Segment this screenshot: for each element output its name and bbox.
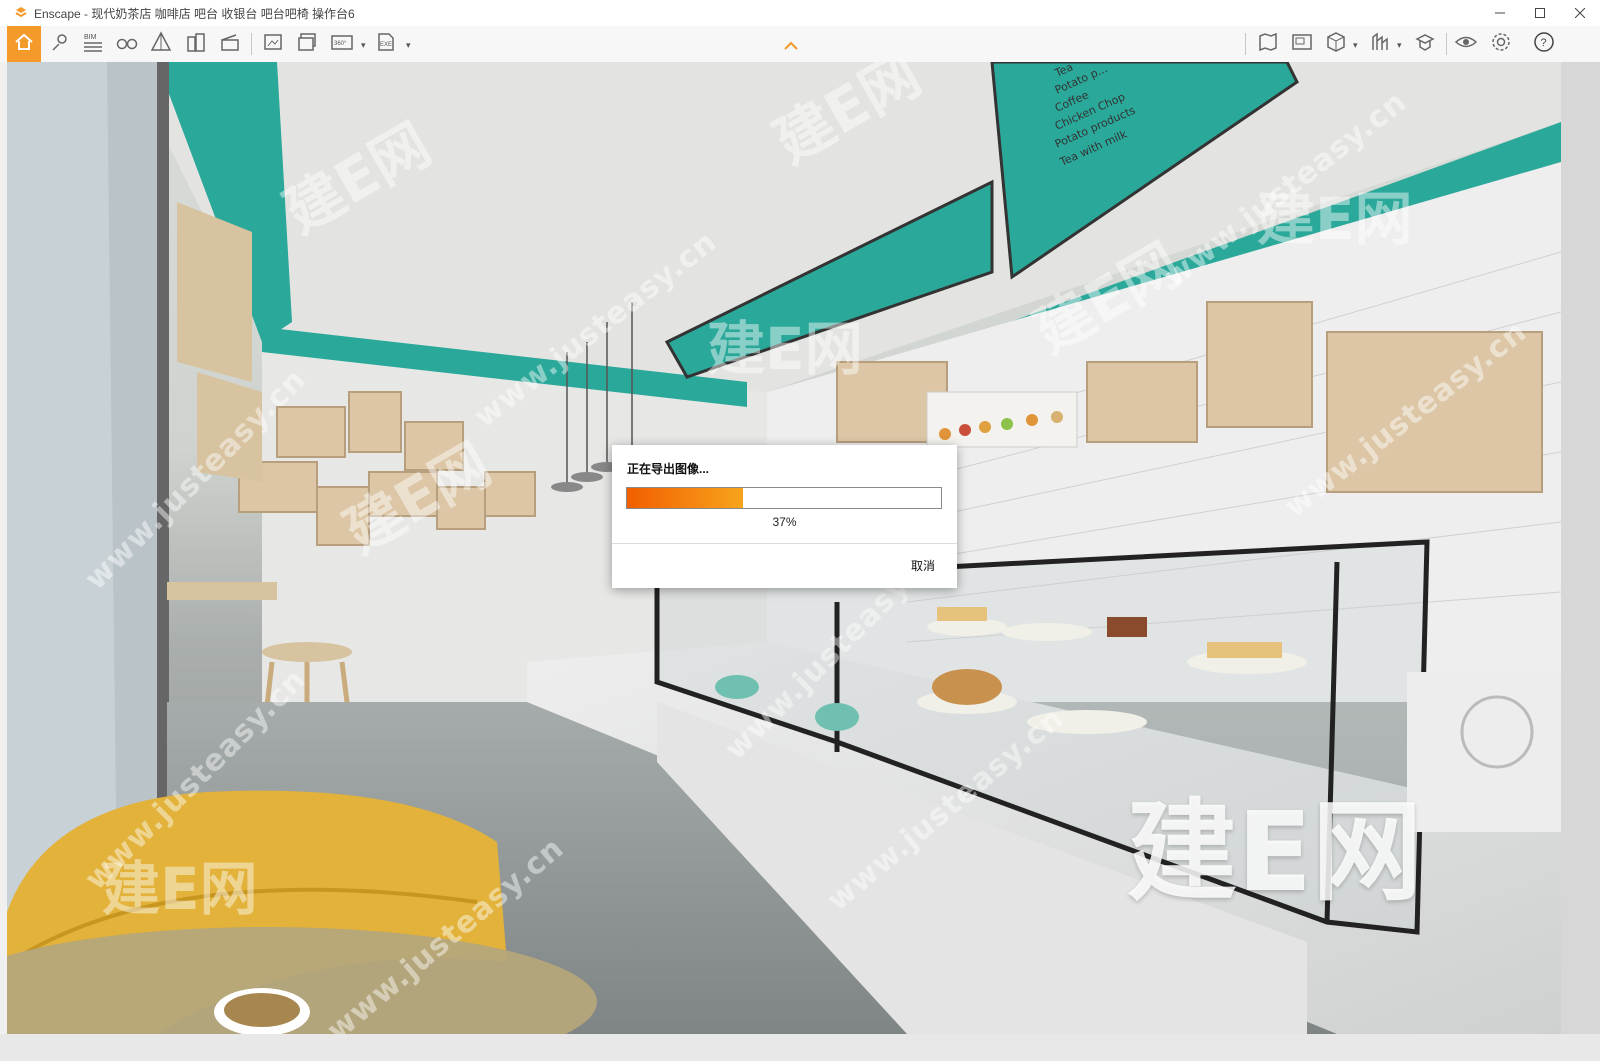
bottom-window-border bbox=[0, 1034, 1600, 1061]
screenshot-icon bbox=[262, 31, 284, 58]
export-dropdown-caret[interactable]: ▾ bbox=[406, 40, 411, 51]
help-icon: ? bbox=[1533, 31, 1555, 58]
dialog-title: 正在导出图像... bbox=[627, 462, 710, 476]
dialog-divider bbox=[612, 543, 957, 544]
asset-library-button[interactable] bbox=[1320, 28, 1352, 60]
title-bar: Enscape - 现代奶茶店 咖啡店 吧台 收银台 吧台吧椅 操作台6 bbox=[0, 0, 1600, 26]
buildings-icon bbox=[185, 31, 207, 58]
export-exe-icon: EXE bbox=[375, 31, 399, 58]
batch-render-button[interactable] bbox=[291, 28, 323, 60]
binoculars-button[interactable] bbox=[111, 28, 143, 60]
bim-button[interactable]: BIM bbox=[77, 28, 109, 60]
toolbar-separator bbox=[1446, 33, 1447, 55]
asset-dropdown-caret[interactable]: ▾ bbox=[1353, 40, 1358, 51]
left-window-border bbox=[0, 62, 7, 1061]
binoculars-icon bbox=[115, 31, 139, 58]
export-exe-button[interactable]: EXE bbox=[371, 28, 403, 60]
maximize-button[interactable] bbox=[1520, 0, 1560, 26]
svg-text:?: ? bbox=[1541, 37, 1547, 49]
cloud-upload-icon bbox=[1414, 31, 1436, 58]
progress-bar bbox=[626, 487, 942, 509]
toolbar-separator bbox=[251, 33, 252, 55]
visual-settings-button[interactable] bbox=[1450, 28, 1482, 60]
cube-icon bbox=[1325, 31, 1347, 58]
views-icon bbox=[1291, 31, 1313, 58]
views-button[interactable] bbox=[1286, 28, 1318, 60]
toolbar-separator bbox=[1245, 33, 1246, 55]
panorama-icon: 360° bbox=[330, 31, 354, 58]
flight-mode-button[interactable] bbox=[145, 28, 177, 60]
right-window-border bbox=[1561, 62, 1600, 1061]
bim-label: BIM bbox=[84, 34, 97, 41]
pyramid-icon bbox=[150, 30, 172, 58]
minimize-button[interactable] bbox=[1480, 0, 1520, 26]
window-title: Enscape - 现代奶茶店 咖啡店 吧台 收银台 吧台吧椅 操作台6 bbox=[34, 6, 355, 21]
batch-render-icon bbox=[296, 31, 318, 58]
map-pin-icon bbox=[49, 31, 71, 58]
panorama-label: 360° bbox=[334, 41, 347, 47]
panorama-button[interactable]: 360° bbox=[326, 28, 358, 60]
close-button[interactable] bbox=[1560, 0, 1600, 26]
map-pin-button[interactable] bbox=[44, 28, 76, 60]
map-button[interactable] bbox=[1252, 28, 1284, 60]
map-icon bbox=[1257, 31, 1279, 58]
bim-icon: BIM bbox=[81, 30, 105, 59]
progress-bar-fill bbox=[627, 488, 744, 508]
collapse-toolbar-icon[interactable] bbox=[784, 38, 798, 56]
upload-button[interactable] bbox=[1409, 28, 1441, 60]
home-button[interactable] bbox=[7, 26, 41, 62]
clapperboard-icon bbox=[219, 31, 241, 58]
gear-icon bbox=[1490, 31, 1512, 58]
eye-icon bbox=[1454, 31, 1478, 58]
window-controls bbox=[1480, 0, 1600, 26]
exe-label: EXE bbox=[380, 42, 392, 48]
material-icon bbox=[1369, 31, 1391, 58]
material-editor-button[interactable] bbox=[1364, 28, 1396, 60]
cancel-button[interactable]: 取消 bbox=[911, 557, 935, 574]
panorama-dropdown-caret[interactable]: ▾ bbox=[361, 40, 366, 51]
screenshot-button[interactable] bbox=[257, 28, 289, 60]
settings-button[interactable] bbox=[1485, 28, 1517, 60]
buildings-button[interactable] bbox=[180, 28, 212, 60]
video-editor-button[interactable] bbox=[214, 28, 246, 60]
help-button[interactable]: ? bbox=[1528, 28, 1560, 60]
progress-percent: 37% bbox=[772, 515, 797, 529]
enscape-toolbar: BIM 360° ▾ EXE ▾ ▾ ▾ ? bbox=[0, 26, 1600, 63]
enscape-logo-icon bbox=[14, 6, 28, 20]
home-icon bbox=[13, 31, 35, 58]
export-progress-dialog: 正在导出图像... 37% 取消 bbox=[612, 445, 957, 588]
material-dropdown-caret[interactable]: ▾ bbox=[1397, 40, 1402, 51]
